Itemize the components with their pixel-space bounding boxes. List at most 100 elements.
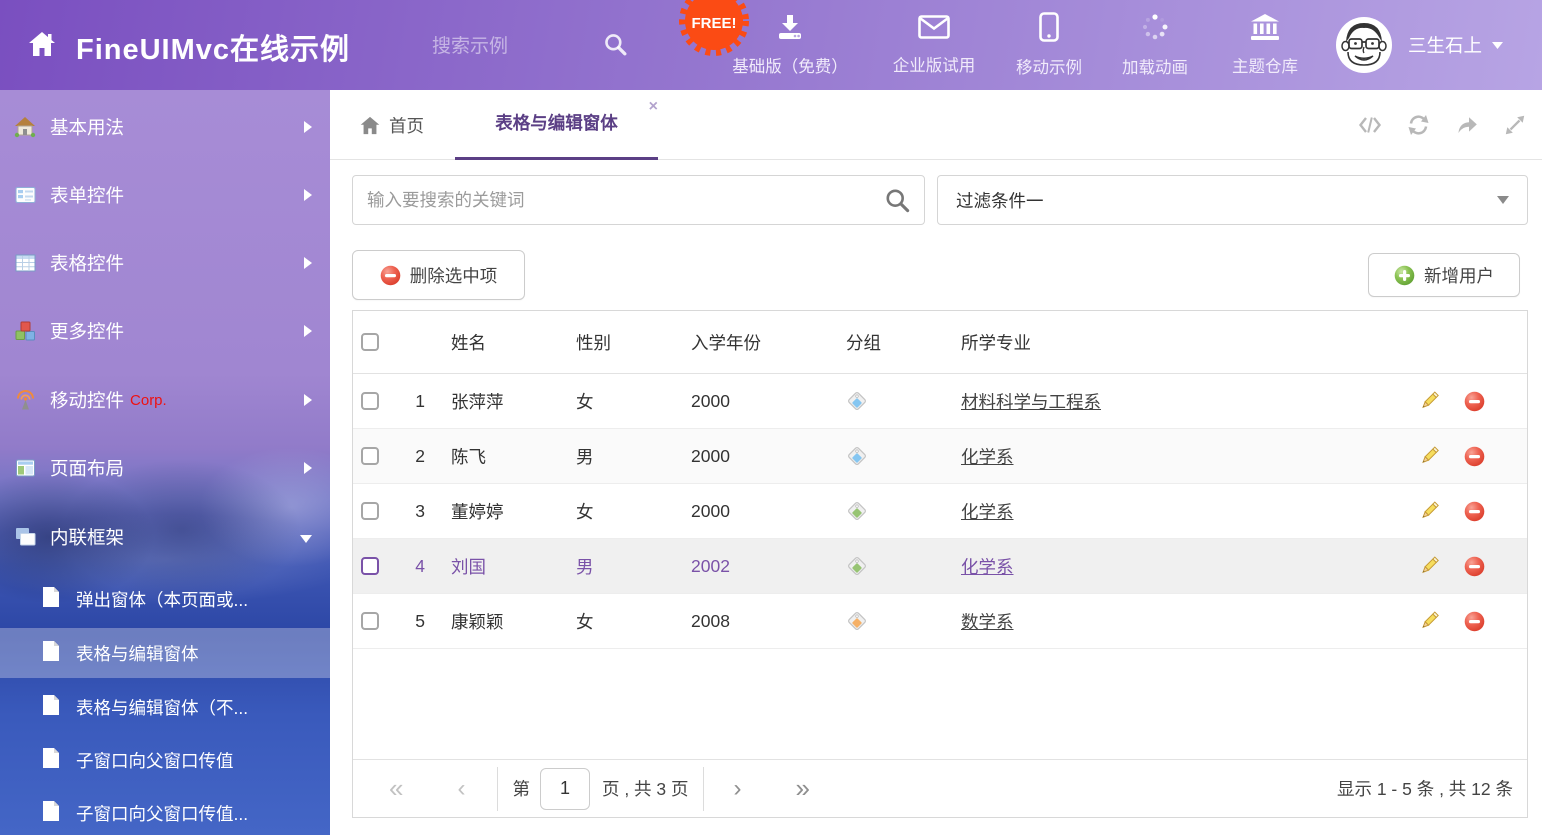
- delete-button[interactable]: [1451, 611, 1497, 632]
- nav-loading-animation[interactable]: 加载动画: [1103, 0, 1207, 90]
- major-link[interactable]: 化学系: [961, 557, 1014, 577]
- edit-button[interactable]: [1406, 445, 1451, 467]
- delete-button[interactable]: [1451, 556, 1497, 577]
- users-grid: 姓名 性别 入学年份 分组 所学专业 1 张萍萍 女 2000 材料科学与工程系…: [352, 310, 1528, 818]
- sidebar-subitem-child-to-parent-2[interactable]: 子窗口向父窗口传值...: [0, 788, 330, 835]
- refresh-icon[interactable]: [1407, 114, 1430, 136]
- sidebar-item-form-controls[interactable]: 表单控件: [0, 168, 330, 222]
- header-search-icon[interactable]: [603, 32, 627, 61]
- table-row[interactable]: 1 张萍萍 女 2000 材料科学与工程系: [353, 374, 1527, 429]
- add-user-button[interactable]: 新增用户: [1368, 253, 1520, 297]
- nav-mobile-demo[interactable]: 移动示例: [998, 0, 1100, 90]
- user-avatar[interactable]: [1335, 16, 1393, 74]
- sidebar-item-mobile-controls[interactable]: 移动控件 Corp.: [0, 373, 330, 427]
- cell-year: 2000: [683, 446, 838, 467]
- header-search-input[interactable]: 搜索示例: [432, 31, 508, 58]
- pencil-icon: [1418, 445, 1440, 467]
- sidebar-item-grid-controls[interactable]: 表格控件: [0, 236, 330, 290]
- tab-home[interactable]: 首页: [360, 90, 424, 160]
- column-header-year[interactable]: 入学年份: [683, 330, 838, 355]
- major-link[interactable]: 化学系: [961, 447, 1014, 467]
- table-icon: [13, 252, 37, 274]
- prev-page-button[interactable]: ‹: [457, 775, 465, 803]
- nav-label: 企业版试用: [893, 52, 976, 76]
- table-row-selected[interactable]: 4 刘国 男 2002 化学系: [353, 539, 1527, 594]
- sidebar-subitem-child-to-parent[interactable]: 子窗口向父窗口传值: [0, 735, 330, 785]
- page-icon: [42, 586, 60, 613]
- table-row[interactable]: 3 董婷婷 女 2000 化学系: [353, 484, 1527, 539]
- delete-selected-button[interactable]: 删除选中项: [352, 250, 525, 300]
- next-page-button[interactable]: ›: [734, 775, 742, 803]
- close-icon[interactable]: ×: [649, 99, 658, 115]
- pencil-icon: [1418, 500, 1440, 522]
- search-icon[interactable]: [884, 187, 910, 213]
- delete-button[interactable]: [1451, 501, 1497, 522]
- chevron-right-icon: [304, 252, 312, 274]
- divider: [703, 767, 704, 811]
- fullscreen-icon[interactable]: [1504, 114, 1526, 136]
- edit-button[interactable]: [1406, 610, 1451, 632]
- tab-active-label: 表格与编辑窗体: [495, 113, 618, 133]
- nav-theme-repo[interactable]: 主题仓库: [1213, 0, 1317, 90]
- user-menu[interactable]: 三生石上: [1408, 0, 1504, 90]
- sidebar-item-basic-usage[interactable]: 基本用法: [0, 100, 330, 154]
- row-number: 3: [393, 501, 433, 522]
- row-checkbox[interactable]: [361, 502, 379, 520]
- column-header-gender[interactable]: 性别: [568, 330, 683, 355]
- app-title: FineUIMvc在线示例: [76, 26, 350, 68]
- major-link[interactable]: 数学系: [961, 612, 1014, 632]
- source-code-icon[interactable]: [1358, 114, 1382, 136]
- column-header-name[interactable]: 姓名: [433, 330, 568, 355]
- table-row[interactable]: 5 康颖颖 女 2008 数学系: [353, 594, 1527, 649]
- sidebar-subitem-grid-edit-window[interactable]: 表格与编辑窗体: [0, 628, 330, 678]
- main-content: 首页 表格与编辑窗体 × 过滤条件一 删除选中项 新增用户 姓名: [330, 90, 1542, 835]
- row-checkbox[interactable]: [361, 447, 379, 465]
- major-link[interactable]: 化学系: [961, 502, 1014, 522]
- column-header-group[interactable]: 分组: [838, 330, 953, 355]
- app-home-icon[interactable]: [28, 31, 56, 62]
- tab-grid-edit-window[interactable]: 表格与编辑窗体 ×: [455, 90, 658, 160]
- page-number-input[interactable]: [540, 768, 590, 810]
- filter-dropdown[interactable]: 过滤条件一: [937, 175, 1528, 225]
- sidebar-item-label: 表格控件: [50, 250, 124, 276]
- cell-name: 陈飞: [433, 444, 568, 469]
- row-checkbox[interactable]: [361, 557, 379, 575]
- page-suffix-label: 页 , 共 3 页: [602, 776, 689, 801]
- user-name: 三生石上: [1408, 32, 1482, 58]
- nav-enterprise-trial[interactable]: 企业版试用: [873, 0, 995, 90]
- sidebar-subitem-label: 子窗口向父窗口传值: [76, 748, 234, 773]
- edit-button[interactable]: [1406, 555, 1451, 577]
- minus-circle-icon: [1464, 556, 1485, 577]
- sidebar-subitem-grid-edit-window-2[interactable]: 表格与编辑窗体（不...: [0, 682, 330, 732]
- edit-button[interactable]: [1406, 500, 1451, 522]
- major-link[interactable]: 材料科学与工程系: [961, 392, 1101, 412]
- column-header-major[interactable]: 所学专业: [953, 330, 1406, 355]
- edit-button[interactable]: [1406, 390, 1451, 412]
- row-checkbox[interactable]: [361, 612, 379, 630]
- page-icon: [42, 694, 60, 721]
- chevron-right-icon: [304, 116, 312, 138]
- cell-gender: 女: [568, 389, 683, 414]
- delete-button[interactable]: [1451, 391, 1497, 412]
- sidebar-item-more-controls[interactable]: 更多控件: [0, 304, 330, 358]
- sidebar-subitem-popup-window[interactable]: 弹出窗体（本页面或...: [0, 574, 330, 624]
- free-badge[interactable]: FREE!: [678, 0, 750, 62]
- keyword-search-input[interactable]: [367, 190, 884, 211]
- select-all-checkbox[interactable]: [361, 333, 379, 351]
- row-checkbox[interactable]: [361, 392, 379, 410]
- cell-year: 2000: [683, 391, 838, 412]
- delete-button[interactable]: [1451, 446, 1497, 467]
- table-row[interactable]: 2 陈飞 男 2000 化学系: [353, 429, 1527, 484]
- chevron-right-icon: [304, 184, 312, 206]
- tag-icon: [846, 555, 868, 577]
- sidebar-item-inline-frame[interactable]: 内联框架: [0, 510, 330, 564]
- first-page-button[interactable]: «: [389, 773, 403, 804]
- share-arrow-icon[interactable]: [1455, 114, 1479, 136]
- download-icon: [775, 13, 805, 46]
- last-page-button[interactable]: »: [796, 773, 810, 804]
- app-header: FineUIMvc在线示例 搜索示例 FREE! 基础版（免费） 企业版试用 移…: [0, 0, 1542, 90]
- cell-year: 2008: [683, 611, 838, 632]
- page-icon: [42, 747, 60, 774]
- sidebar-item-page-layout[interactable]: 页面布局: [0, 441, 330, 495]
- chevron-down-icon: [1497, 196, 1509, 204]
